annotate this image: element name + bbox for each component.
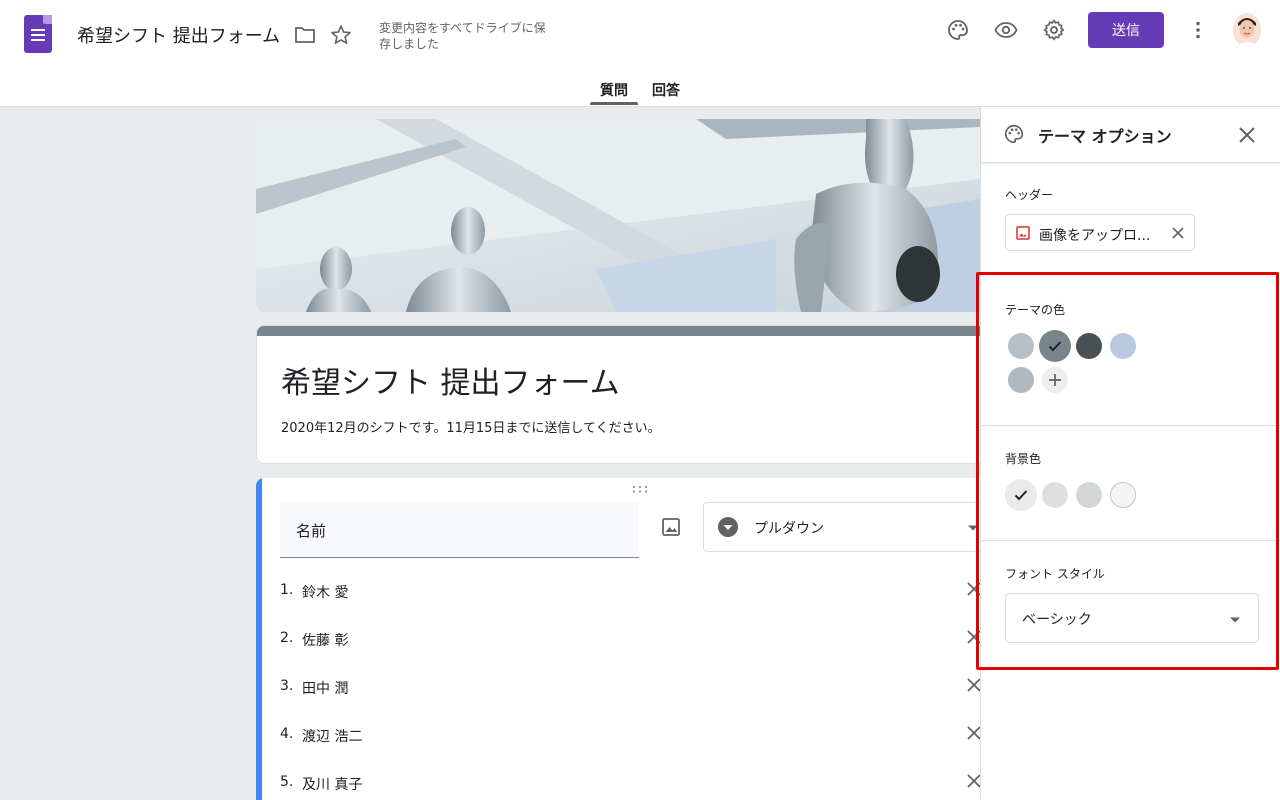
background-color-swatch[interactable] [1110, 482, 1136, 508]
background-color-swatch[interactable] [1042, 482, 1068, 508]
save-status-text: 変更内容をすべてドライブに保存しました [379, 21, 546, 51]
background-color-label: 背景色 [1005, 452, 1042, 466]
question-type-label: プルダウン [754, 521, 824, 537]
form-title[interactable]: 希望シフト 提出フォーム [281, 358, 620, 402]
list-item[interactable]: 4. 渡辺 浩二 [280, 723, 980, 747]
top-bar: 希望シフト 提出フォーム 変更内容をすべてドライブに保存しました 送信 質問 回… [0, 0, 1280, 107]
divider [981, 540, 1280, 541]
theme-panel-title: テーマ オプション [1038, 127, 1172, 146]
palette-icon [1005, 124, 1024, 144]
preview-eye-icon[interactable] [994, 18, 1018, 42]
close-icon[interactable] [966, 773, 980, 789]
close-icon[interactable] [966, 581, 980, 597]
question-card[interactable]: 名前 プルダウン 1. 鈴木 愛 2. 佐藤 彰 3. 田中 潤 4. 渡辺 浩… [256, 478, 980, 800]
option-text[interactable]: 鈴木 愛 [302, 582, 348, 602]
google-forms-logo-icon[interactable] [24, 15, 52, 53]
theme-options-panel: テーマ オプション ヘッダー 画像をアップロ... テーマの色 背景色 フォント… [980, 107, 1280, 800]
checkmark-icon [1014, 490, 1028, 501]
settings-gear-icon[interactable] [1042, 18, 1066, 42]
option-text[interactable]: 渡辺 浩二 [302, 726, 362, 746]
active-tab-indicator [590, 102, 638, 105]
folder-icon[interactable] [294, 25, 316, 45]
divider [981, 425, 1280, 426]
option-text[interactable]: 及川 真子 [302, 774, 362, 794]
close-icon[interactable] [966, 725, 980, 741]
tab-responses[interactable]: 回答 [652, 80, 680, 100]
title-card-accent-bar [257, 326, 980, 336]
close-icon[interactable] [1237, 125, 1257, 145]
plus-icon [1049, 374, 1061, 386]
drag-handle-icon[interactable] [632, 485, 648, 493]
close-icon[interactable] [966, 629, 980, 645]
more-vert-icon[interactable] [1186, 18, 1210, 42]
chevron-down-icon [968, 525, 978, 531]
theme-color-label: テーマの色 [1005, 303, 1066, 317]
font-style-label: フォント スタイル [1005, 567, 1105, 581]
palette-icon[interactable] [946, 18, 970, 42]
option-text[interactable]: 佐藤 彰 [302, 630, 348, 650]
send-button[interactable]: 送信 [1088, 12, 1164, 48]
list-item[interactable]: 5. 及川 真子 [280, 771, 980, 795]
divider [981, 272, 1280, 273]
theme-color-swatch[interactable] [1110, 333, 1136, 359]
question-title-input[interactable]: 名前 [280, 502, 639, 558]
theme-color-swatch[interactable] [1008, 367, 1034, 393]
theme-panel-header: テーマ オプション [981, 107, 1280, 163]
theme-color-swatch[interactable] [1008, 333, 1034, 359]
form-title-card[interactable]: 希望シフト 提出フォーム 2020年12月のシフトです。11月15日までに送信し… [256, 325, 980, 464]
dropdown-circle-icon [718, 517, 738, 537]
option-text[interactable]: 田中 潤 [302, 678, 348, 698]
list-item[interactable]: 2. 佐藤 彰 [280, 627, 980, 651]
remove-image-icon[interactable] [1172, 227, 1184, 239]
theme-color-swatch[interactable] [1076, 333, 1102, 359]
active-question-indicator [256, 478, 262, 800]
close-icon[interactable] [966, 677, 980, 693]
background-color-swatch-selected[interactable] [1005, 479, 1037, 511]
list-item[interactable]: 3. 田中 潤 [280, 675, 980, 699]
form-tabs: 質問 回答 [0, 72, 1280, 106]
question-title-text: 名前 [296, 522, 327, 540]
form-header-image [256, 119, 980, 312]
image-icon [1016, 226, 1030, 240]
font-style-select[interactable]: ベーシック [1005, 593, 1259, 643]
upload-image-button[interactable]: 画像をアップロ... [1005, 214, 1195, 251]
question-type-select[interactable]: プルダウン [703, 502, 980, 552]
add-image-icon[interactable] [660, 516, 682, 538]
tab-questions[interactable]: 質問 [600, 80, 628, 100]
document-title[interactable]: 希望シフト 提出フォーム [77, 22, 280, 48]
add-custom-color-button[interactable] [1042, 367, 1068, 393]
checkmark-icon [1048, 341, 1062, 352]
list-item[interactable]: 1. 鈴木 愛 [280, 579, 980, 603]
user-avatar[interactable] [1233, 13, 1261, 47]
font-style-value: ベーシック [1022, 612, 1092, 628]
theme-color-swatch-selected[interactable] [1039, 330, 1071, 362]
chevron-down-icon [1230, 617, 1240, 623]
star-icon[interactable] [329, 23, 353, 47]
header-section-label: ヘッダー [1005, 188, 1054, 202]
background-color-swatch[interactable] [1076, 482, 1102, 508]
form-description[interactable]: 2020年12月のシフトです。11月15日までに送信してください。 [281, 417, 661, 436]
upload-image-label: 画像をアップロ... [1039, 228, 1151, 244]
